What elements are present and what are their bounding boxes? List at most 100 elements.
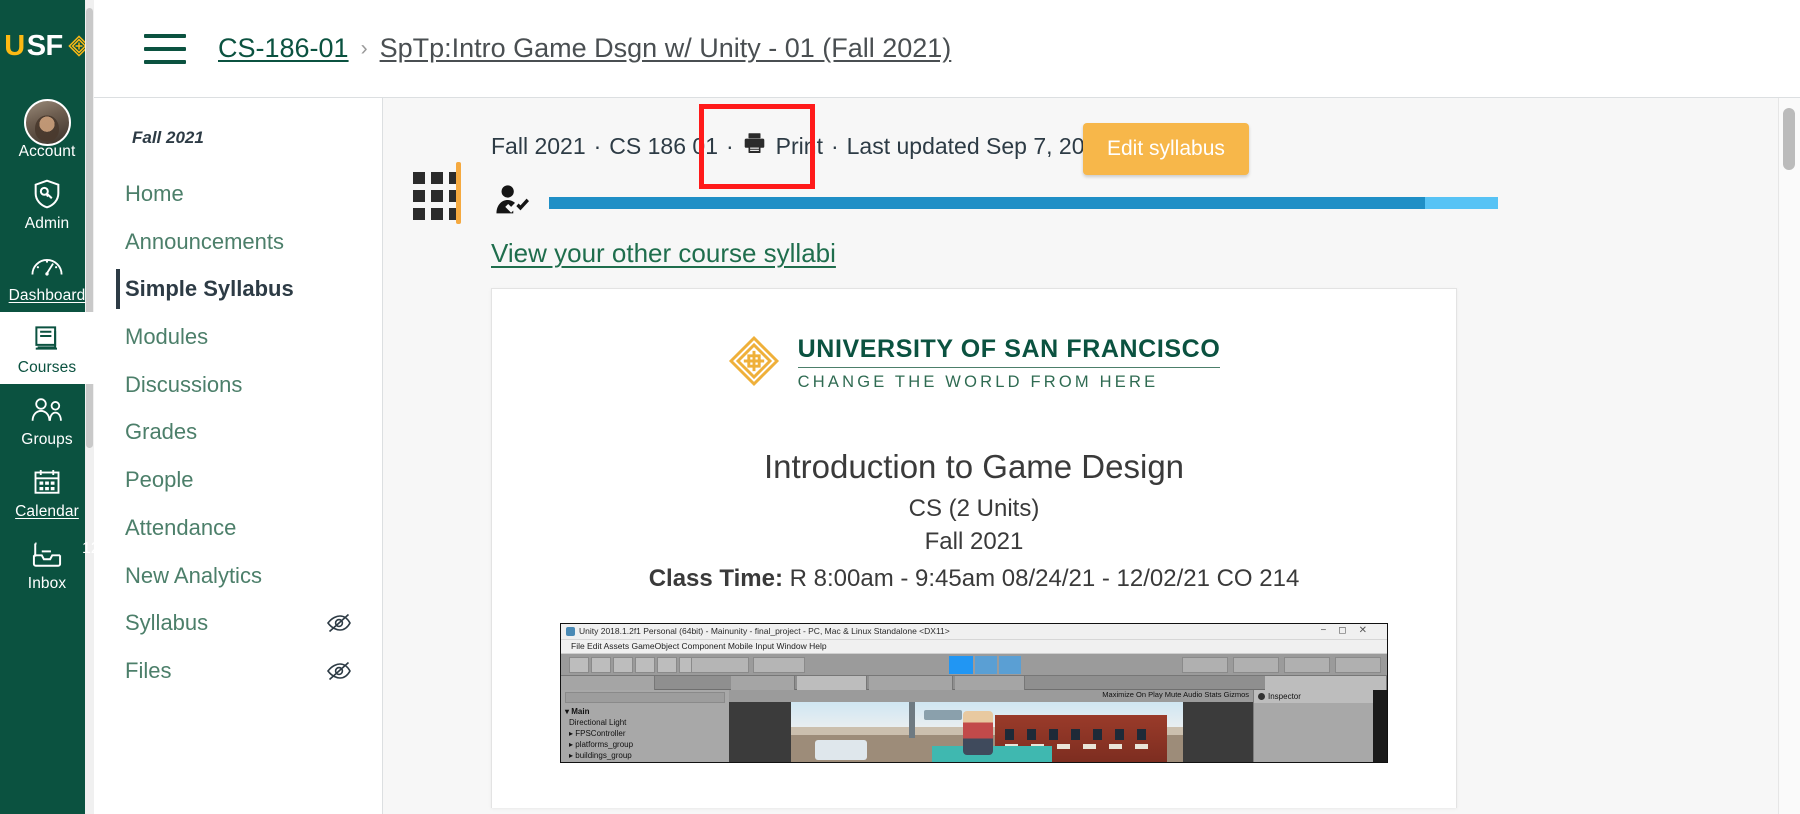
unity-tab-animator [955, 676, 1025, 690]
unity-menu-items: File Edit Assets GameObject Component Mo… [571, 641, 827, 651]
unity-game-letterbox-right [1183, 702, 1253, 762]
breadcrumb: CS-186-01 › SpTp:Intro Game Dsgn w/ Unit… [218, 33, 951, 64]
sidebar-item-label: Groups [21, 431, 73, 449]
course-nav-item-announcements[interactable]: Announcements [94, 218, 382, 266]
syllabus-progress-row [493, 184, 1533, 221]
course-nav-item-grades[interactable]: Grades [94, 408, 382, 456]
breadcrumb-course-code[interactable]: CS-186-01 [218, 33, 349, 64]
course-nav-label: Simple Syllabus [125, 276, 294, 302]
calendar-icon [32, 464, 62, 500]
inbox-icon: 122 [30, 536, 94, 572]
course-nav-item-people[interactable]: People [94, 456, 382, 504]
unity-step-icon [999, 656, 1021, 674]
unity-right-edge [1373, 690, 1387, 762]
sidebar-item-label: Account [18, 143, 76, 160]
usf-diamond-icon [728, 335, 780, 392]
unity-panel-tabs [561, 676, 1387, 690]
unity-hierarchy-item: ▸ platforms_group [569, 740, 634, 749]
unity-tab-asset-store [869, 676, 953, 690]
course-nav-item-home[interactable]: Home [94, 170, 382, 218]
sidebar-item-courses[interactable]: Courses [0, 312, 94, 385]
course-nav-label: Syllabus [125, 610, 209, 636]
dashboard-gauge-icon [30, 248, 64, 284]
meta-dot: · [726, 132, 734, 159]
course-nav-label: Files [125, 657, 172, 683]
class-time-value: R 8:00am - 9:45am 08/24/21 - 12/02/21 CO… [789, 565, 1300, 592]
course-nav-item-syllabus[interactable]: Syllabus [94, 599, 382, 647]
hamburger-icon[interactable] [144, 33, 186, 64]
sidebar-item-label: Courses [17, 359, 77, 377]
course-navigation: Fall 2021 Home Announcements Simple Syll… [94, 97, 382, 814]
course-nav-label: Modules [125, 324, 209, 350]
usf-logo[interactable]: U SF [4, 26, 90, 66]
scene-character [963, 710, 994, 755]
syllabus-content-panel: Fall 2021 · CS 186 01 · Print · Last upd… [382, 97, 1800, 814]
course-nav-item-files[interactable]: Files [94, 647, 382, 695]
shield-key-icon [31, 176, 63, 212]
unity-editor-screenshot: Unity 2018.1.2f1 Personal (64bit) - Main… [560, 623, 1388, 763]
sidebar-item-label: Inbox [27, 575, 67, 593]
body-split: Fall 2021 Home Announcements Simple Syll… [94, 97, 1800, 814]
sidebar-item-label: Admin [24, 215, 70, 233]
breadcrumb-current-page[interactable]: SpTp:Intro Game Dsgn w/ Unity - 01 (Fall… [380, 33, 952, 64]
canvas-app: U SF Account Admin Dashboard Courses Gro… [0, 0, 1800, 814]
content-scrollbar-thumb[interactable] [1783, 108, 1795, 170]
meta-last-updated: Last updated Sep 7, 2021 [846, 132, 1111, 159]
unity-app-icon [566, 627, 575, 636]
meta-term: Fall 2021 [491, 132, 586, 159]
syllabus-subject-units: CS (2 Units) [908, 495, 1040, 522]
course-nav-label: People [125, 467, 194, 493]
unity-local-toggle [753, 657, 805, 673]
progress-partial-segment [1424, 196, 1498, 209]
syllabus-course-title: Introduction to Game Design [763, 448, 1185, 485]
content-scrollbar-track[interactable] [1778, 98, 1800, 814]
course-nav-item-attendance[interactable]: Attendance [94, 504, 382, 552]
view-other-syllabi-link[interactable]: View your other course syllabi [491, 238, 836, 269]
syllabus-term: Fall 2021 [924, 528, 1024, 555]
unity-account-controls [1182, 657, 1381, 673]
unity-game-letterbox-left [729, 702, 791, 762]
usf-document-logo: UNIVERSITY OF SAN FRANCISCO CHANGE THE W… [492, 335, 1456, 392]
unity-hierarchy-item: Directional Light [569, 718, 627, 727]
edit-syllabus-button[interactable]: Edit syllabus [1083, 123, 1249, 175]
avatar [23, 98, 71, 146]
unity-tab-scene [731, 676, 795, 690]
main-region: CS-186-01 › SpTp:Intro Game Dsgn w/ Unit… [94, 0, 1800, 814]
course-nav-label: Grades [125, 419, 198, 445]
unity-pivot-toggle [691, 657, 749, 673]
sidebar-item-inbox[interactable]: 122 Inbox [0, 528, 94, 600]
course-term-label: Fall 2021 [132, 128, 204, 147]
unity-tab-hierarchy [561, 676, 655, 690]
usf-logo-line2: CHANGE THE WORLD FROM HERE [797, 373, 1159, 391]
meta-dot: · [593, 132, 602, 159]
syllabus-meta-row: Fall 2021 · CS 186 01 · Print · Last upd… [491, 132, 1134, 160]
unity-game-scene [791, 702, 1183, 762]
syllabus-document: UNIVERSITY OF SAN FRANCISCO CHANGE THE W… [491, 288, 1457, 808]
course-nav-label: Attendance [125, 514, 237, 540]
sidebar-item-calendar[interactable]: Calendar [0, 456, 94, 528]
sidebar-item-admin[interactable]: Admin [0, 168, 94, 240]
course-nav-item-discussions[interactable]: Discussions [94, 361, 382, 409]
course-nav-item-modules[interactable]: Modules [94, 313, 382, 361]
unity-pause-icon [975, 656, 997, 674]
book-icon [32, 320, 62, 356]
unity-body: ▾ Main Directional Light ▸ FPSController… [561, 690, 1387, 762]
sidebar-item-dashboard[interactable]: Dashboard [0, 240, 94, 312]
course-nav-item-new-analytics[interactable]: New Analytics [94, 552, 382, 600]
global-navigation: U SF Account Admin Dashboard Courses Gro… [0, 0, 94, 814]
usf-logo-line1: UNIVERSITY OF SAN FRANCISCO [797, 335, 1221, 368]
unity-hierarchy-item: ▸ FPSController [569, 729, 626, 738]
sidebar-item-account[interactable]: Account [0, 96, 94, 168]
window-controls-icon: −◻✕ [1320, 625, 1379, 636]
course-nav-label: Home [125, 181, 184, 206]
meta-dot: · [830, 132, 839, 159]
completion-progress-bar [549, 196, 1533, 209]
printer-icon [742, 132, 767, 160]
sidebar-item-groups[interactable]: Groups [0, 384, 94, 456]
print-button[interactable]: Print [742, 132, 823, 160]
print-label: Print [775, 132, 823, 159]
course-nav-item-simple-syllabus[interactable]: Simple Syllabus [94, 265, 382, 313]
app-grid-icon[interactable] [413, 172, 461, 220]
unity-tab-game [797, 676, 867, 690]
scene-vehicle [814, 739, 867, 760]
